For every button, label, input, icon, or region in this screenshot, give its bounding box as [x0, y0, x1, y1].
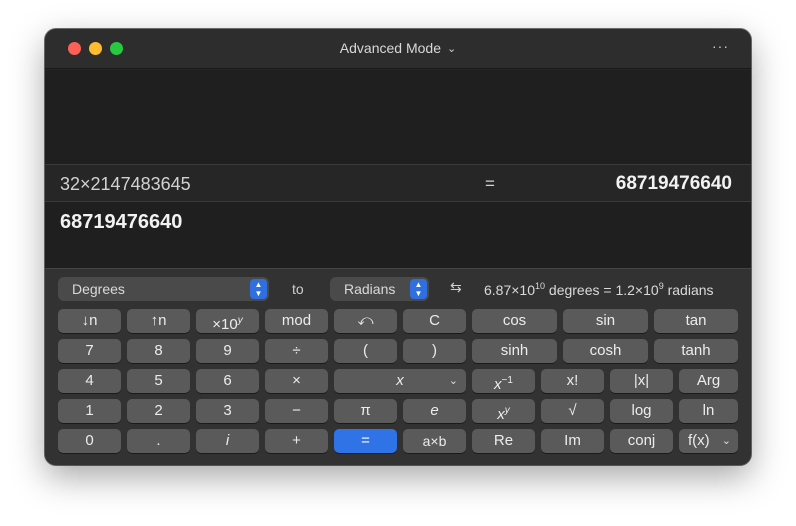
swap-icon[interactable]: ⇆: [450, 279, 462, 296]
divide-key[interactable]: ÷: [265, 339, 328, 363]
chevron-down-icon: ⌄: [448, 375, 458, 387]
mod-key[interactable]: mod: [265, 309, 328, 333]
sinh-key[interactable]: sinh: [472, 339, 557, 363]
updown-chevron-icon: ▲ ▼: [410, 279, 427, 299]
digit-5-key[interactable]: 5: [127, 369, 190, 393]
imaginary-i-key[interactable]: i: [196, 429, 259, 453]
chevron-down-icon: ⌄: [721, 435, 731, 447]
tanh-key[interactable]: tanh: [654, 339, 738, 363]
tan-key[interactable]: tan: [654, 309, 738, 333]
right-paren-key[interactable]: ): [403, 339, 466, 363]
sin-key[interactable]: sin: [563, 309, 648, 333]
from-unit-select[interactable]: Degrees ▲ ▼: [58, 277, 269, 301]
from-unit-label: Degrees: [72, 281, 125, 297]
left-paren-key[interactable]: (: [334, 339, 397, 363]
conversion-result: 6.87×1010 degrees = 1.2×109 radians: [484, 281, 714, 298]
digit-0-key[interactable]: 0: [58, 429, 121, 453]
factorial-key[interactable]: x!: [541, 369, 604, 393]
digit-9-key[interactable]: 9: [196, 339, 259, 363]
conjugate-key[interactable]: conj: [610, 429, 673, 453]
euler-e-key[interactable]: e: [403, 399, 466, 423]
log-key[interactable]: log: [610, 399, 673, 423]
history-row[interactable]: 32×2147483645 = 68719476640: [45, 164, 751, 202]
ln-key[interactable]: ln: [679, 399, 738, 423]
undo-icon[interactable]: ⤺: [334, 309, 397, 333]
abs-key[interactable]: |x|: [610, 369, 673, 393]
input-area[interactable]: 68719476640: [45, 202, 751, 268]
decimal-key[interactable]: .: [127, 429, 190, 453]
multiply-key[interactable]: ×: [265, 369, 328, 393]
mode-selector[interactable]: Advanced Mode ⌄: [45, 40, 751, 56]
digit-7-key[interactable]: 7: [58, 339, 121, 363]
digit-3-key[interactable]: 3: [196, 399, 259, 423]
minus-key[interactable]: −: [265, 399, 328, 423]
digit-4-key[interactable]: 4: [58, 369, 121, 393]
more-menu-icon[interactable]: ···: [712, 38, 729, 54]
keypad: Degrees ▲ ▼ to Radians ▲ ▼ ⇆ 6.87×1010 deg…: [45, 268, 751, 465]
cos-key[interactable]: cos: [472, 309, 557, 333]
round-down-key[interactable]: ↓n: [58, 309, 121, 333]
power-key[interactable]: xy: [472, 399, 535, 423]
pi-key[interactable]: π: [334, 399, 397, 423]
updown-chevron-icon: ▲ ▼: [250, 279, 267, 299]
real-part-key[interactable]: Re: [472, 429, 535, 453]
variable-x-dropdown[interactable]: x ⌄: [334, 369, 466, 393]
reciprocal-key[interactable]: x−1: [472, 369, 535, 393]
history-area: [45, 70, 751, 164]
equals-key[interactable]: =: [334, 429, 397, 453]
imaginary-part-key[interactable]: Im: [541, 429, 604, 453]
clear-key[interactable]: C: [403, 309, 466, 333]
window-title: Advanced Mode: [339, 40, 441, 56]
to-unit-select[interactable]: Radians ▲ ▼: [330, 277, 429, 301]
to-label: to: [292, 281, 304, 297]
sqrt-key[interactable]: √: [541, 399, 604, 423]
digit-2-key[interactable]: 2: [127, 399, 190, 423]
arg-key[interactable]: Arg: [679, 369, 738, 393]
input-value: 68719476640: [60, 211, 183, 233]
digit-8-key[interactable]: 8: [127, 339, 190, 363]
multiply-ab-key[interactable]: a×b: [403, 429, 466, 453]
cosh-key[interactable]: cosh: [563, 339, 648, 363]
times-ten-power-key[interactable]: ×10y: [196, 309, 259, 333]
title-bar: Advanced Mode ⌄ ···: [45, 29, 751, 69]
history-expression: 32×2147483645: [60, 174, 191, 194]
chevron-down-icon: ⌄: [446, 43, 457, 55]
round-up-key[interactable]: ↑n: [127, 309, 190, 333]
digit-1-key[interactable]: 1: [58, 399, 121, 423]
history-equals: =: [485, 174, 495, 193]
function-dropdown[interactable]: f(x) ⌄: [679, 429, 738, 453]
history-result: 68719476640: [615, 173, 732, 194]
to-unit-label: Radians: [344, 281, 396, 297]
plus-key[interactable]: +: [265, 429, 328, 453]
digit-6-key[interactable]: 6: [196, 369, 259, 393]
calculator-window: Advanced Mode ⌄ ··· 32×2147483645 = 68719…: [45, 29, 751, 465]
